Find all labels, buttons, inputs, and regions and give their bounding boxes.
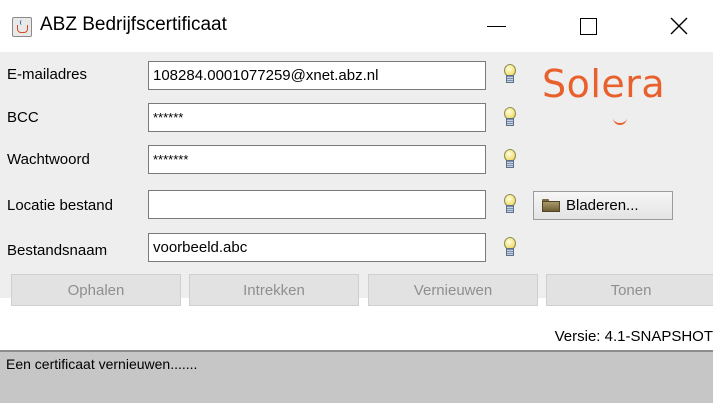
version-label: Versie: 4.1-SNAPSHOT	[554, 328, 713, 345]
bcc-label: BCC	[7, 109, 39, 126]
password-label: Wachtwoord	[7, 151, 90, 168]
folder-icon	[542, 199, 560, 212]
location-label: Locatie bestand	[7, 197, 113, 214]
renew-button[interactable]: Vernieuwen	[368, 274, 538, 306]
filename-label: Bestandsnaam	[7, 242, 108, 259]
email-field[interactable]	[148, 61, 486, 90]
show-button[interactable]: Tonen	[546, 274, 713, 306]
email-label: E-mailadres	[7, 66, 88, 83]
minimize-button[interactable]	[476, 8, 516, 44]
lightbulb-icon	[502, 194, 516, 214]
fetch-button[interactable]: Ophalen	[11, 274, 181, 306]
browse-button-label: Bladeren...	[566, 197, 639, 214]
title-bar: ABZ Bedrijfscertificaat	[0, 0, 713, 52]
form-panel: Solera E-mailadres BCC Wachtwoord Locati…	[0, 52, 713, 345]
lightbulb-icon	[502, 107, 516, 127]
location-field[interactable]	[148, 190, 486, 219]
lightbulb-icon	[502, 149, 516, 169]
logo-underline	[613, 118, 627, 125]
minimize-icon	[486, 25, 506, 27]
lightbulb-icon	[502, 64, 516, 84]
maximize-icon	[579, 17, 597, 35]
revoke-button[interactable]: Intrekken	[189, 274, 359, 306]
lightbulb-icon	[502, 237, 516, 257]
window-title: ABZ Bedrijfscertificaat	[40, 14, 227, 35]
status-bar: Een certificaat vernieuwen.......	[0, 352, 713, 403]
solera-logo: Solera	[542, 62, 666, 106]
close-button[interactable]	[659, 8, 699, 44]
maximize-button[interactable]	[568, 8, 608, 44]
password-field[interactable]	[148, 145, 486, 174]
browse-button[interactable]: Bladeren...	[533, 191, 673, 220]
bcc-field[interactable]	[148, 103, 486, 132]
status-text: Een certificaat vernieuwen.......	[6, 356, 198, 372]
close-icon	[670, 17, 688, 35]
java-cup-icon	[12, 17, 32, 37]
filename-field[interactable]	[148, 233, 486, 262]
